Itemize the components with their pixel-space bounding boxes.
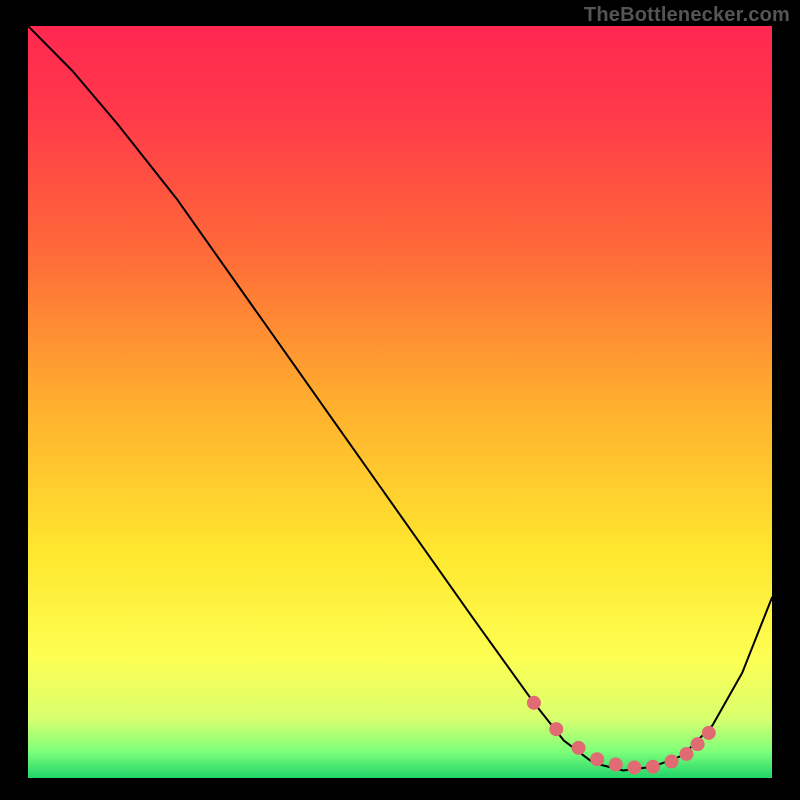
highlight-dot (646, 760, 660, 774)
highlight-dot (572, 741, 586, 755)
highlight-dot (549, 722, 563, 736)
highlight-dot (679, 747, 693, 761)
gradient-backdrop (28, 26, 772, 778)
highlight-dot (527, 696, 541, 710)
highlight-dot (609, 757, 623, 771)
highlight-dot (665, 754, 679, 768)
bottleneck-chart (28, 26, 772, 778)
highlight-dot (590, 752, 604, 766)
stage: TheBottlenecker.com (0, 0, 800, 800)
watermark-text: TheBottlenecker.com (584, 4, 790, 27)
chart-svg (28, 26, 772, 778)
highlight-dot (702, 726, 716, 740)
highlight-dot (627, 760, 641, 774)
highlight-dot (691, 737, 705, 751)
